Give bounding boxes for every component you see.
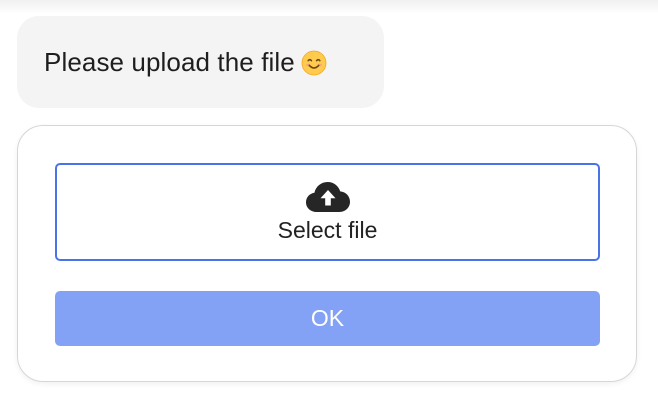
smiling-face-emoji-icon: [301, 50, 327, 75]
cloud-upload-icon: [305, 181, 350, 212]
file-upload-card: Select file OK: [17, 125, 637, 382]
ok-button[interactable]: OK: [55, 291, 600, 346]
select-file-label: Select file: [277, 216, 378, 243]
chat-message-label: Please upload the file: [44, 46, 295, 77]
chat-message-bubble: Please upload the file: [17, 16, 384, 108]
chat-message-text: Please upload the file: [44, 47, 327, 78]
top-shadow: [0, 0, 658, 14]
select-file-button[interactable]: Select file: [55, 163, 600, 261]
